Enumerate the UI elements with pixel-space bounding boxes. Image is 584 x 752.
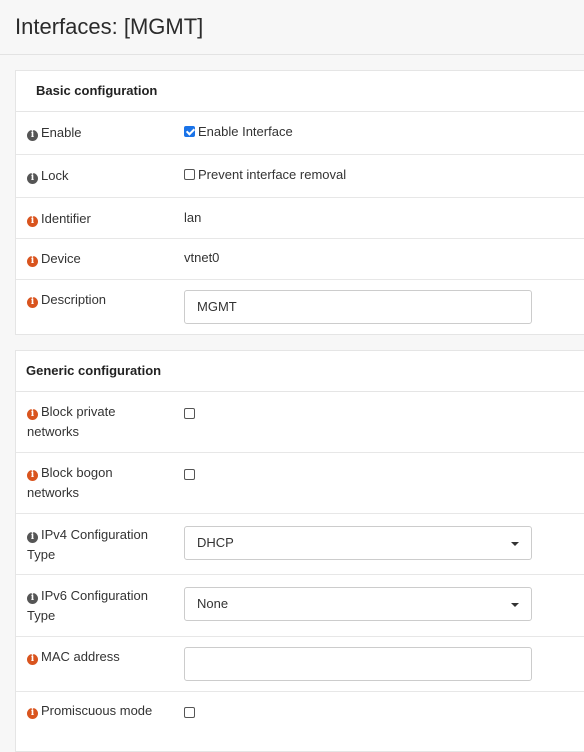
info-circle-icon[interactable]: i	[27, 409, 38, 420]
mac-address-input[interactable]	[184, 647, 532, 681]
caret-down-icon	[511, 603, 519, 607]
mac-address-label: i MAC address	[27, 647, 167, 667]
identifier-row: i Identifier lan	[16, 198, 584, 239]
ipv4-type-selected: DHCP	[197, 535, 234, 550]
promiscuous-label: i Promiscuous mode	[27, 701, 167, 721]
block-private-control	[184, 406, 195, 421]
info-circle-icon[interactable]: i	[27, 256, 38, 267]
block-bogon-control	[184, 467, 195, 482]
block-bogon-checkbox[interactable]	[184, 469, 195, 480]
page-header: Interfaces: [MGMT]	[0, 0, 584, 55]
identifier-label: i Identifier	[27, 209, 167, 229]
ipv6-type-control: None	[184, 587, 532, 621]
enable-interface-checkbox[interactable]	[184, 126, 195, 137]
device-label: i Device	[27, 249, 167, 269]
description-input[interactable]: MGMT	[184, 290, 532, 324]
info-circle-icon[interactable]: i	[27, 297, 38, 308]
ipv6-type-selected: None	[197, 596, 229, 611]
block-private-checkbox[interactable]	[184, 408, 195, 419]
block-private-label: i Block private networks	[27, 404, 116, 439]
description-row: i Description MGMT	[16, 280, 584, 334]
info-circle-icon[interactable]: i	[27, 216, 38, 227]
lock-label: i Lock	[27, 166, 167, 186]
ipv4-type-row: i IPv4 Configuration Type DHCP	[16, 514, 584, 575]
block-bogon-label: i Block bogon networks	[27, 465, 113, 500]
lock-control: Prevent interface removal	[184, 167, 346, 182]
basic-configuration-title: Basic configuration	[36, 83, 158, 98]
device-row: i Device vtnet0	[16, 239, 584, 280]
device-value: vtnet0	[184, 250, 220, 265]
promiscuous-checkbox[interactable]	[184, 707, 195, 718]
ipv4-type-label: i IPv4 Configuration Type	[27, 527, 148, 562]
info-circle-icon[interactable]: i	[27, 532, 38, 543]
enable-label: i Enable	[27, 123, 167, 143]
ipv4-type-control: DHCP	[184, 526, 532, 560]
basic-configuration-card: Basic configuration i Enable Enable Inter…	[15, 70, 584, 335]
promiscuous-control	[184, 705, 195, 720]
basic-configuration-heading: Basic configuration	[16, 71, 584, 112]
prevent-removal-checkbox[interactable]	[184, 169, 195, 180]
description-label: i Description	[27, 290, 167, 310]
lock-row: i Lock Prevent interface removal	[16, 155, 584, 198]
caret-down-icon	[511, 542, 519, 546]
identifier-value: lan	[184, 210, 202, 225]
info-circle-icon[interactable]: i	[27, 173, 38, 184]
page-title: Interfaces: [MGMT]	[15, 14, 204, 39]
generic-configuration-card: Generic configuration i Block private net…	[15, 350, 584, 752]
ipv6-type-select[interactable]: None	[184, 587, 532, 621]
block-private-row: i Block private networks	[16, 392, 584, 453]
mac-address-control	[184, 647, 532, 681]
ipv4-type-select[interactable]: DHCP	[184, 526, 532, 560]
ipv6-type-label: i IPv6 Configuration Type	[27, 588, 148, 623]
mac-address-row: i MAC address	[16, 637, 584, 692]
promiscuous-row: i Promiscuous mode	[16, 692, 584, 734]
info-circle-icon[interactable]: i	[27, 130, 38, 141]
prevent-removal-label[interactable]: Prevent interface removal	[198, 167, 346, 182]
info-circle-icon[interactable]: i	[27, 654, 38, 665]
info-circle-icon[interactable]: i	[27, 593, 38, 604]
description-control: MGMT	[184, 290, 532, 324]
info-circle-icon[interactable]: i	[27, 470, 38, 481]
enable-interface-label[interactable]: Enable Interface	[198, 124, 293, 139]
generic-configuration-title: Generic configuration	[26, 363, 162, 378]
info-circle-icon[interactable]: i	[27, 708, 38, 719]
generic-configuration-heading: Generic configuration	[16, 351, 584, 392]
block-bogon-row: i Block bogon networks	[16, 453, 584, 514]
enable-row: i Enable Enable Interface	[16, 112, 584, 155]
ipv6-type-row: i IPv6 Configuration Type None	[16, 575, 584, 637]
enable-control: Enable Interface	[184, 124, 293, 139]
